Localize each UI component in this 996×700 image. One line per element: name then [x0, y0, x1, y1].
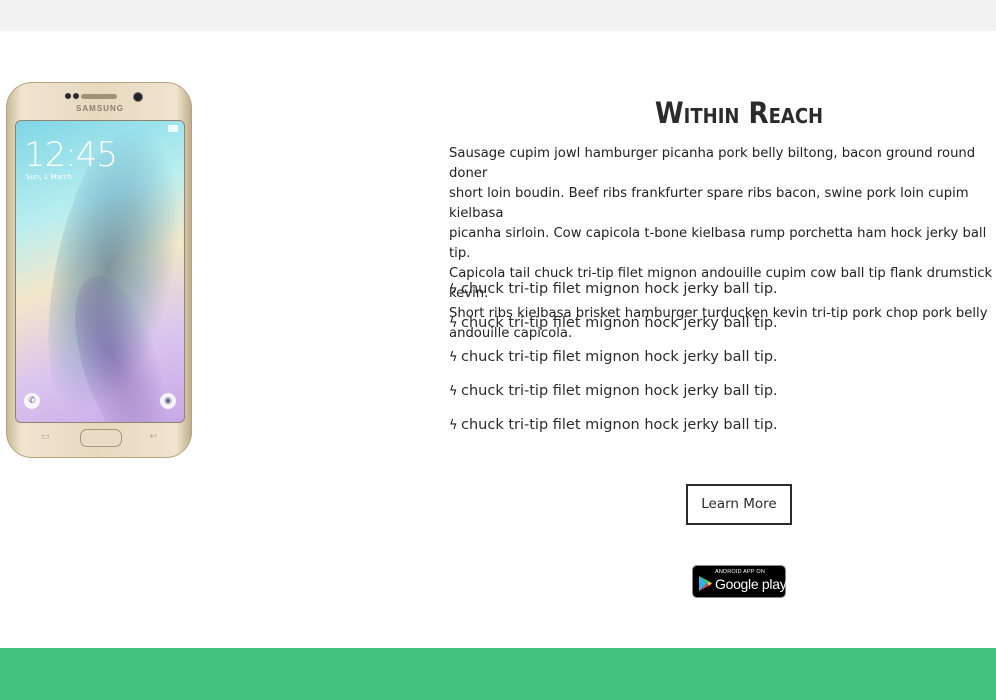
- feature-list: ϟ chuck tri-tip filet mignon hock jerky b…: [449, 281, 778, 451]
- back-icon: ↩: [149, 432, 157, 442]
- list-item-text: chuck tri-tip filet mignon hock jerky ba…: [461, 349, 778, 365]
- battery-icon: [168, 125, 178, 132]
- lockscreen-clock: 12:45: [24, 135, 118, 175]
- lockscreen-date: Sun, 1 March: [26, 173, 72, 181]
- lightning-bolt-icon: ϟ: [449, 316, 458, 331]
- list-item-text: chuck tri-tip filet mignon hock jerky ba…: [461, 281, 778, 297]
- google-play-badge[interactable]: ANDROID APP ON Google play: [692, 565, 787, 598]
- lightning-bolt-icon: ϟ: [449, 282, 458, 297]
- list-item-text: chuck tri-tip filet mignon hock jerky ba…: [461, 417, 778, 433]
- camera-icon: ◉: [160, 393, 176, 409]
- lightning-bolt-icon: ϟ: [449, 418, 458, 433]
- heading-container: Within Reach: [449, 96, 996, 136]
- badge-top-text: ANDROID APP ON: [715, 569, 766, 575]
- home-button: [80, 429, 122, 447]
- list-item: ϟ chuck tri-tip filet mignon hock jerky b…: [449, 281, 778, 315]
- badge-bottom-text: Google play: [715, 576, 787, 592]
- top-band: [0, 0, 996, 31]
- recent-apps-icon: ▭: [41, 432, 50, 442]
- bottom-band: [0, 648, 996, 700]
- list-item: ϟ chuck tri-tip filet mignon hock jerky b…: [449, 349, 778, 383]
- learn-more-button[interactable]: Learn More: [686, 484, 792, 525]
- sensor-dot: [65, 93, 71, 99]
- phone-image: SAMSUNG 12:45 Sun, 1 March ✆ ◉ ▭ ↩: [6, 82, 192, 458]
- phone-icon: ✆: [24, 393, 40, 409]
- section-heading: Within Reach: [654, 96, 824, 130]
- list-item: ϟ chuck tri-tip filet mignon hock jerky b…: [449, 383, 778, 417]
- phone-brand: SAMSUNG: [76, 104, 124, 113]
- earpiece: [81, 94, 117, 99]
- sensor-dot: [73, 93, 79, 99]
- list-item-text: chuck tri-tip filet mignon hock jerky ba…: [461, 383, 778, 399]
- lightning-bolt-icon: ϟ: [449, 350, 458, 365]
- front-camera: [133, 92, 143, 102]
- list-item: ϟ chuck tri-tip filet mignon hock jerky b…: [449, 417, 778, 451]
- google-play-icon: [699, 576, 712, 591]
- phone-screen: 12:45 Sun, 1 March ✆ ◉: [15, 120, 185, 423]
- list-item-text: chuck tri-tip filet mignon hock jerky ba…: [461, 315, 778, 331]
- lightning-bolt-icon: ϟ: [449, 384, 458, 399]
- list-item: ϟ chuck tri-tip filet mignon hock jerky b…: [449, 315, 778, 349]
